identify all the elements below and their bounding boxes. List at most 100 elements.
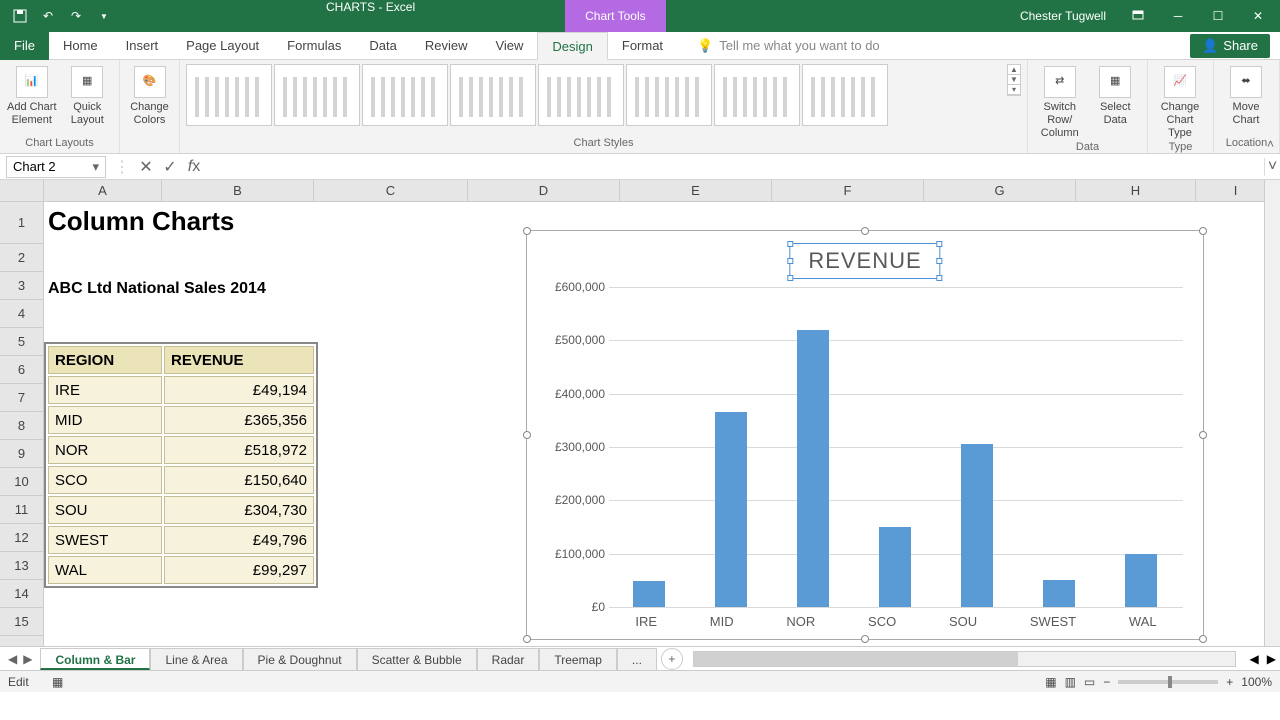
formula-input[interactable] [206, 156, 1264, 178]
name-box-dropdown-icon[interactable]: ▾ [87, 159, 99, 175]
hscroll-right-icon[interactable]: ▶ [1263, 652, 1280, 666]
plot-area[interactable]: £0£100,000£200,000£300,000£400,000£500,0… [547, 287, 1183, 607]
row-header[interactable]: 13 [0, 552, 43, 580]
tab-data[interactable]: Data [355, 32, 410, 60]
chart-bar[interactable] [797, 330, 829, 607]
tab-design[interactable]: Design [537, 32, 607, 60]
sheet-tab-column-bar[interactable]: Column & Bar [40, 648, 150, 670]
quick-layout-button[interactable]: ▦Quick Layout [62, 64, 114, 127]
chart-style-thumb[interactable] [274, 64, 360, 126]
sheet-nav-prev-icon[interactable]: ◀ [8, 652, 17, 666]
select-data-button[interactable]: ▦Select Data [1090, 64, 1142, 127]
sheet-tab-scatter-bubble[interactable]: Scatter & Bubble [357, 648, 477, 670]
switch-row-column-button[interactable]: ⇄Switch Row/ Column [1034, 64, 1086, 141]
row-header[interactable]: 4 [0, 300, 43, 328]
chart-title[interactable]: REVENUE [789, 243, 940, 279]
save-icon[interactable] [8, 4, 32, 28]
view-page-break-icon[interactable]: ▭ [1084, 675, 1095, 689]
redo-icon[interactable]: ↷ [64, 4, 88, 28]
name-box[interactable]: Chart 2 ▾ [6, 156, 106, 178]
col-header-g[interactable]: G [924, 180, 1076, 201]
tell-me-box[interactable]: 💡 Tell me what you want to do [677, 38, 1190, 54]
view-normal-icon[interactable]: ▦ [1045, 675, 1056, 689]
zoom-out-icon[interactable]: − [1103, 675, 1110, 689]
row-header[interactable]: 7 [0, 384, 43, 412]
macro-record-icon[interactable]: ▦ [52, 675, 63, 689]
chart-handle[interactable] [523, 227, 531, 235]
chart-bar[interactable] [1043, 580, 1075, 607]
gallery-scroll[interactable]: ▲▼▾ [1007, 64, 1021, 96]
sheet-tab-more[interactable]: ... [617, 648, 657, 670]
qat-dropdown-icon[interactable]: ▼ [92, 4, 116, 28]
formula-bar-expand-icon[interactable]: ˅ [1264, 158, 1280, 176]
tab-formulas[interactable]: Formulas [273, 32, 355, 60]
col-header-f[interactable]: F [772, 180, 924, 201]
sheet-tab-treemap[interactable]: Treemap [539, 648, 617, 670]
chart-handle[interactable] [1199, 227, 1207, 235]
zoom-slider[interactable] [1118, 680, 1218, 684]
close-icon[interactable]: ✕ [1240, 0, 1276, 32]
sheet-tab-pie-doughnut[interactable]: Pie & Doughnut [243, 648, 357, 670]
chart-style-thumb[interactable] [538, 64, 624, 126]
chart-style-thumb[interactable] [450, 64, 536, 126]
tab-format[interactable]: Format [608, 32, 677, 60]
tab-review[interactable]: Review [411, 32, 482, 60]
chart-bar[interactable] [633, 581, 665, 607]
row-header[interactable]: 1 [0, 202, 43, 244]
zoom-level[interactable]: 100% [1241, 675, 1272, 689]
title-handle[interactable] [787, 275, 793, 281]
chart-object[interactable]: REVENUE £0£100,000£200,000£300,000£400,0… [526, 230, 1204, 640]
maximize-icon[interactable]: ☐ [1200, 0, 1236, 32]
change-colors-button[interactable]: 🎨Change Colors [126, 64, 173, 127]
insert-function-icon[interactable]: fx [182, 158, 206, 176]
change-chart-type-button[interactable]: 📈Change Chart Type [1154, 64, 1206, 141]
minimize-icon[interactable]: ─ [1160, 0, 1196, 32]
share-button[interactable]: 👤 Share [1190, 34, 1270, 58]
col-header-h[interactable]: H [1076, 180, 1196, 201]
tab-insert[interactable]: Insert [112, 32, 173, 60]
chart-bar[interactable] [715, 412, 747, 607]
chart-styles-gallery[interactable] [186, 64, 1003, 134]
tab-page-layout[interactable]: Page Layout [172, 32, 273, 60]
row-header[interactable]: 9 [0, 440, 43, 468]
select-all-corner[interactable] [0, 180, 44, 201]
row-header[interactable]: 6 [0, 356, 43, 384]
chart-style-thumb[interactable] [802, 64, 888, 126]
col-header-a[interactable]: A [44, 180, 162, 201]
col-header-e[interactable]: E [620, 180, 772, 201]
undo-icon[interactable]: ↶ [36, 4, 60, 28]
horizontal-scrollbar[interactable] [693, 651, 1236, 667]
chart-style-thumb[interactable] [362, 64, 448, 126]
sheet-tab-radar[interactable]: Radar [477, 648, 540, 670]
confirm-formula-icon[interactable]: ✓ [158, 157, 182, 177]
chart-style-thumb[interactable] [626, 64, 712, 126]
chart-handle[interactable] [861, 227, 869, 235]
title-handle[interactable] [937, 241, 943, 247]
row-header[interactable]: 2 [0, 244, 43, 272]
chart-handle[interactable] [861, 635, 869, 643]
tab-view[interactable]: View [481, 32, 537, 60]
col-header-d[interactable]: D [468, 180, 620, 201]
collapse-ribbon-icon[interactable]: ˄ [1267, 137, 1274, 151]
chart-bar[interactable] [879, 527, 911, 607]
row-header[interactable]: 11 [0, 496, 43, 524]
row-header[interactable]: 12 [0, 524, 43, 552]
zoom-in-icon[interactable]: + [1226, 675, 1233, 689]
chart-style-thumb[interactable] [714, 64, 800, 126]
tab-file[interactable]: File [0, 32, 49, 60]
chart-style-thumb[interactable] [186, 64, 272, 126]
sheet-tab-line-area[interactable]: Line & Area [150, 648, 242, 670]
tab-home[interactable]: Home [49, 32, 112, 60]
title-handle[interactable] [937, 275, 943, 281]
col-header-b[interactable]: B [162, 180, 314, 201]
col-header-c[interactable]: C [314, 180, 468, 201]
new-sheet-button[interactable]: + [661, 648, 683, 670]
move-chart-button[interactable]: ⬌Move Chart [1220, 64, 1272, 127]
row-header[interactable]: 3 [0, 272, 43, 300]
title-handle[interactable] [937, 258, 943, 264]
add-chart-element-button[interactable]: 📊Add Chart Element [6, 64, 58, 127]
chart-handle[interactable] [523, 431, 531, 439]
title-handle[interactable] [787, 241, 793, 247]
cancel-formula-icon[interactable]: ✕ [134, 157, 158, 177]
sheet-nav-next-icon[interactable]: ▶ [23, 652, 32, 666]
